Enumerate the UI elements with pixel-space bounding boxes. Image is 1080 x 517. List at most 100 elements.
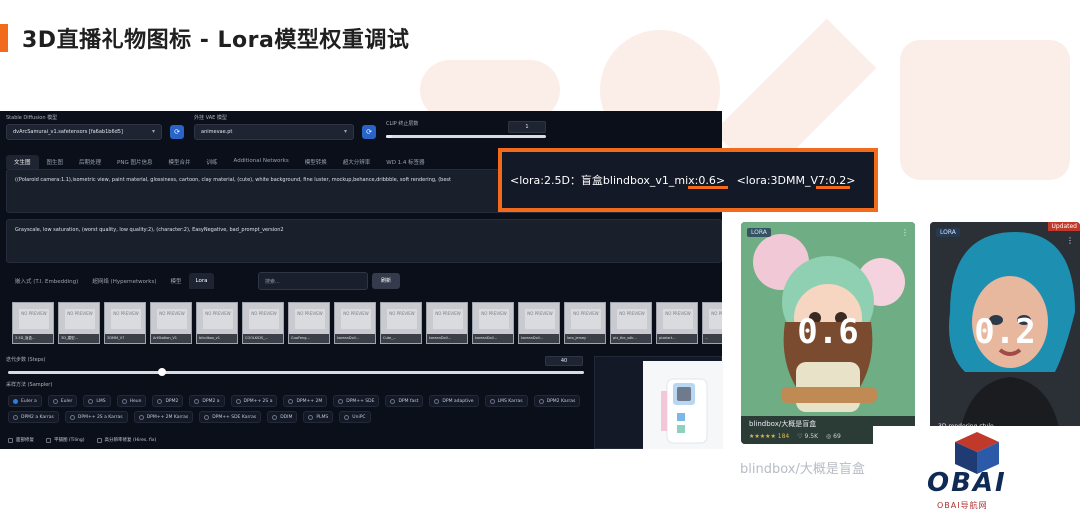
lora-card[interactable]: NO PREVIEW blindbox_v1 (196, 302, 238, 344)
sampler-option-label: UniPC (352, 414, 366, 420)
card-caption: Cute_... (381, 334, 421, 343)
lora-card[interactable]: NO PREVIEW COOLKIDS_... (242, 302, 284, 344)
sampler-option[interactable]: Heun (116, 395, 147, 407)
obai-logo: OBAI OBAI导航网 (873, 426, 1080, 517)
lora-card[interactable]: NO PREVIEW pixelart... (656, 302, 698, 344)
lora-card[interactable]: NO PREVIEW koreanDoll... (426, 302, 468, 344)
subtab-hypernetworks[interactable]: 超网络 (Hypernetworks) (85, 272, 163, 290)
radio-dot (344, 414, 350, 420)
sampler-option[interactable]: DPM2 a Karras (8, 411, 59, 423)
radio-dot (538, 398, 544, 404)
radio-dot (194, 398, 200, 404)
sampler-option[interactable]: Euler a (8, 395, 42, 407)
card-placeholder: NO PREVIEW (157, 309, 187, 329)
sampler-option[interactable]: LMS Karras (484, 395, 528, 407)
lora-card[interactable]: NO PREVIEW GuoFeng... (288, 302, 330, 344)
lora-card[interactable]: NO PREVIEW koreanDoll... (472, 302, 514, 344)
sampler-option[interactable]: DPM2 Karras (533, 395, 581, 407)
sampler-option[interactable]: UniPC (339, 411, 371, 423)
lora-card[interactable]: NO PREVIEW ArtStation_V1 (150, 302, 192, 344)
card-caption: blindbox/大概是盲盒 (749, 420, 817, 428)
lora-card[interactable]: NO PREVIEW pix_tbc_sdk... (610, 302, 652, 344)
tab-train[interactable]: 训练 (199, 155, 226, 169)
radio-dot (138, 414, 144, 420)
radio-dot (52, 398, 58, 404)
sampler-option[interactable]: DPM++ SDE Karras (199, 411, 262, 423)
sampler-option[interactable]: Euler (47, 395, 78, 407)
vae-select[interactable]: animevae.pt ▾ (194, 124, 354, 140)
sd-model-select[interactable]: dvArcSamurai_v1.safetensors [fa6ab1b6d5]… (6, 124, 162, 140)
restore-faces-checkbox[interactable]: 面部修复 (8, 437, 34, 443)
lora-card[interactable]: NO PREVIEW Cute_... (380, 302, 422, 344)
sampler-option[interactable]: DPM2 a (189, 395, 225, 407)
tab-merge[interactable]: 模型合并 (161, 155, 199, 169)
model-card-3dmm[interactable]: Updated LORA ⋮ 0.2 3D rendering style (930, 222, 1080, 432)
sampler-option[interactable]: DPM fast (385, 395, 424, 407)
negative-prompt-input[interactable]: Grayscale, low saturation, (worst qualit… (6, 219, 722, 263)
tab-additional-networks[interactable]: Additional Networks (226, 155, 297, 169)
sampler-option[interactable]: LMS (83, 395, 111, 407)
sampler-option[interactable]: DPM2 (152, 395, 184, 407)
lora-card[interactable]: NO PREVIEW 3DMM_V7 (104, 302, 146, 344)
subtab-checkpoints[interactable]: 模型 (163, 272, 188, 290)
tab-png-info[interactable]: PNG 图片信息 (109, 155, 160, 169)
card-placeholder: NO PREVIEW (525, 309, 555, 329)
blindbox-caption: blindbox/大概是盲盒 (740, 462, 865, 477)
more-options-icon[interactable]: ⋮ (901, 228, 909, 237)
sampler-option-label: DPM2 (165, 398, 179, 404)
sampler-option[interactable]: DPM++ 2M Karras (133, 411, 194, 423)
clip-slider-fill (386, 135, 392, 138)
clip-slider[interactable] (386, 135, 546, 138)
sampler-option[interactable]: DDIM (267, 411, 298, 423)
tab-model-convert[interactable]: 模型转换 (297, 155, 335, 169)
lora-card[interactable]: NO PREVIEW... (702, 302, 722, 344)
hires-fix-checkbox[interactable]: 高分辨率修复 (Hires. fix) (96, 437, 156, 443)
sampler-option[interactable]: DPM adaptive (429, 395, 479, 407)
subtab-embedding[interactable]: 嵌入式 (T.I. Embedding) (8, 272, 85, 290)
card-caption: GuoFeng... (289, 334, 329, 343)
refresh-vae-button[interactable]: ⟳ (362, 125, 376, 139)
radio-dot (121, 398, 127, 404)
steps-number-input[interactable]: 40 (545, 356, 583, 366)
lora-weight-callout: <lora:2.5D：盲盒blindbox_v1_mix:0.6> <lora:… (498, 148, 878, 212)
tab-extras[interactable]: 后期处理 (71, 155, 109, 169)
radio-dot (434, 398, 440, 404)
steps-slider[interactable] (8, 371, 584, 374)
network-search-input[interactable]: 搜索... (258, 272, 368, 290)
tab-upscale[interactable]: 超大分辨率 (335, 155, 379, 169)
steps-slider-handle[interactable] (158, 368, 166, 376)
lora-card[interactable]: NO PREVIEW 3.5D_盲盒... (12, 302, 54, 344)
subtab-lora[interactable]: Lora (188, 273, 215, 289)
card-caption: lora_jersey (565, 334, 605, 343)
tab-txt2img[interactable]: 文生图 (6, 155, 39, 169)
sampler-label: 采样方法 (Sampler) (6, 382, 53, 388)
card-placeholder: NO PREVIEW (709, 309, 722, 329)
main-tabs: 文生图 图生图 后期处理 PNG 图片信息 模型合并 训练 Additional… (6, 155, 433, 169)
sampler-option[interactable]: DPM++ SDE (333, 395, 380, 407)
sampler-option-label: PLMS (316, 414, 329, 420)
tab-wd-tagger[interactable]: WD 1.4 标签器 (378, 155, 432, 169)
lora-card[interactable]: NO PREVIEW koreanDoll... (518, 302, 560, 344)
lora-badge: LORA (936, 228, 960, 237)
card-caption: pixelart... (657, 334, 697, 343)
sampler-option[interactable]: DPM++ 2S a Karras (64, 411, 128, 423)
lora-card[interactable]: NO PREVIEW 3D_模型... (58, 302, 100, 344)
model-card-blindbox[interactable]: LORA ⋮ 0.6 blindbox/大概是盲盒 ★★★★★ 184 ♡ 9.… (741, 222, 915, 444)
sampler-option[interactable]: DPM++ 2S a (230, 395, 278, 407)
sampler-option[interactable]: DPM++ 2M (283, 395, 328, 407)
logo-subtitle: OBAI导航网 (937, 501, 988, 510)
refresh-networks-button[interactable]: 刷新 (372, 273, 400, 289)
card-caption: COOLKIDS_... (243, 334, 283, 343)
sampler-option-label: Euler (60, 398, 73, 404)
more-options-icon[interactable]: ⋮ (1066, 236, 1074, 245)
tiling-checkbox[interactable]: 平铺图 (Tiling) (46, 437, 85, 443)
card-placeholder: NO PREVIEW (19, 309, 49, 329)
refresh-model-button[interactable]: ⟳ (170, 125, 184, 139)
sampler-option[interactable]: PLMS (303, 411, 334, 423)
card-caption: koreanDoll... (519, 334, 559, 343)
tab-img2img[interactable]: 图生图 (39, 155, 72, 169)
clip-number-input[interactable]: 1 (508, 121, 546, 133)
lora-card[interactable]: NO PREVIEW lora_jersey (564, 302, 606, 344)
card-caption: ArtStation_V1 (151, 334, 191, 343)
lora-card[interactable]: NO PREVIEW koreanDoll... (334, 302, 376, 344)
